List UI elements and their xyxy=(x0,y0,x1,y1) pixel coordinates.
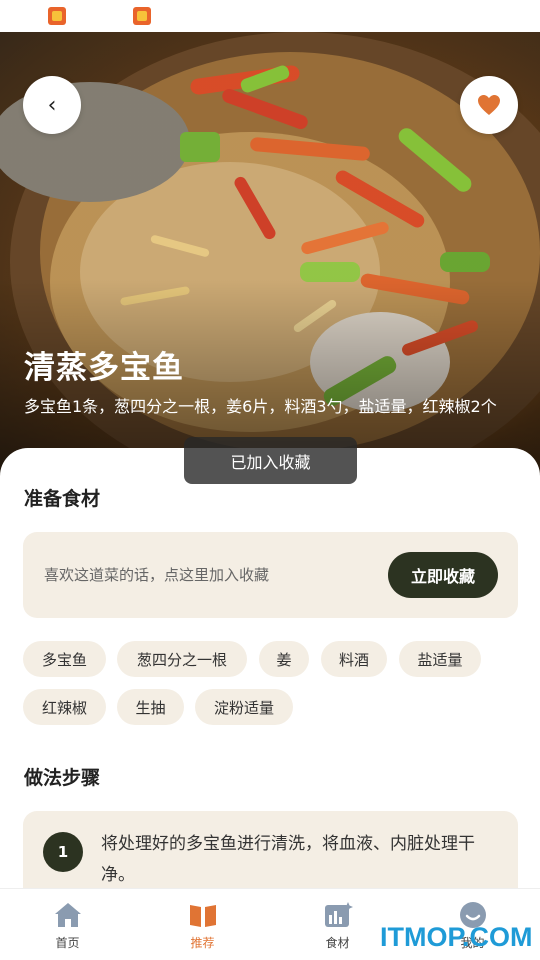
toast-message: 已加入收藏 xyxy=(184,437,357,484)
heart-icon xyxy=(478,95,500,115)
tab-recommend[interactable]: 推荐 xyxy=(135,889,270,960)
step-text: 将处理好的多宝鱼进行清洗，将血液、内脏处理干净。 xyxy=(101,834,475,885)
back-button[interactable]: ‹ xyxy=(23,76,81,134)
step-number-badge: 1 xyxy=(43,832,83,872)
home-icon xyxy=(55,903,81,927)
favorite-button[interactable] xyxy=(460,76,518,134)
ingredients-section-title: 准备食材 xyxy=(24,488,101,510)
ingredient-chip[interactable]: 料酒 xyxy=(321,641,387,677)
collect-now-button[interactable]: 立即收藏 xyxy=(388,552,498,598)
steps-section-title: 做法步骤 xyxy=(24,767,101,789)
ingredient-chip[interactable]: 淀粉适量 xyxy=(195,689,293,725)
recipe-description: 多宝鱼1条，葱四分之一根，姜6片，料酒3勺，盐适量，红辣椒2个 xyxy=(24,397,497,416)
app-notification-icon xyxy=(133,7,151,25)
tab-home-label: 首页 xyxy=(55,936,80,950)
ingredient-chip[interactable]: 多宝鱼 xyxy=(23,641,106,677)
watermark: ITMOP.COM xyxy=(380,922,533,952)
tab-recommend-label: 推荐 xyxy=(190,936,215,950)
chevron-left-icon: ‹ xyxy=(47,92,57,118)
book-icon xyxy=(190,905,216,927)
ingredient-chip[interactable]: 红辣椒 xyxy=(23,689,106,725)
app-notification-icon xyxy=(48,7,66,25)
tab-home[interactable]: 首页 xyxy=(0,889,135,960)
ingredient-chip[interactable]: 姜 xyxy=(259,641,309,677)
ingredient-chip[interactable]: 葱四分之一根 xyxy=(117,641,247,677)
ingredient-chip[interactable]: 盐适量 xyxy=(399,641,481,677)
status-bar xyxy=(0,0,540,32)
chart-icon xyxy=(325,902,353,927)
recipe-title: 清蒸多宝鱼 xyxy=(24,350,184,386)
promo-text: 喜欢这道菜的话，点这里加入收藏 xyxy=(44,566,270,584)
favorite-promo-card: 喜欢这道菜的话，点这里加入收藏 立即收藏 xyxy=(23,532,518,618)
ingredient-chip[interactable]: 生抽 xyxy=(117,689,184,725)
